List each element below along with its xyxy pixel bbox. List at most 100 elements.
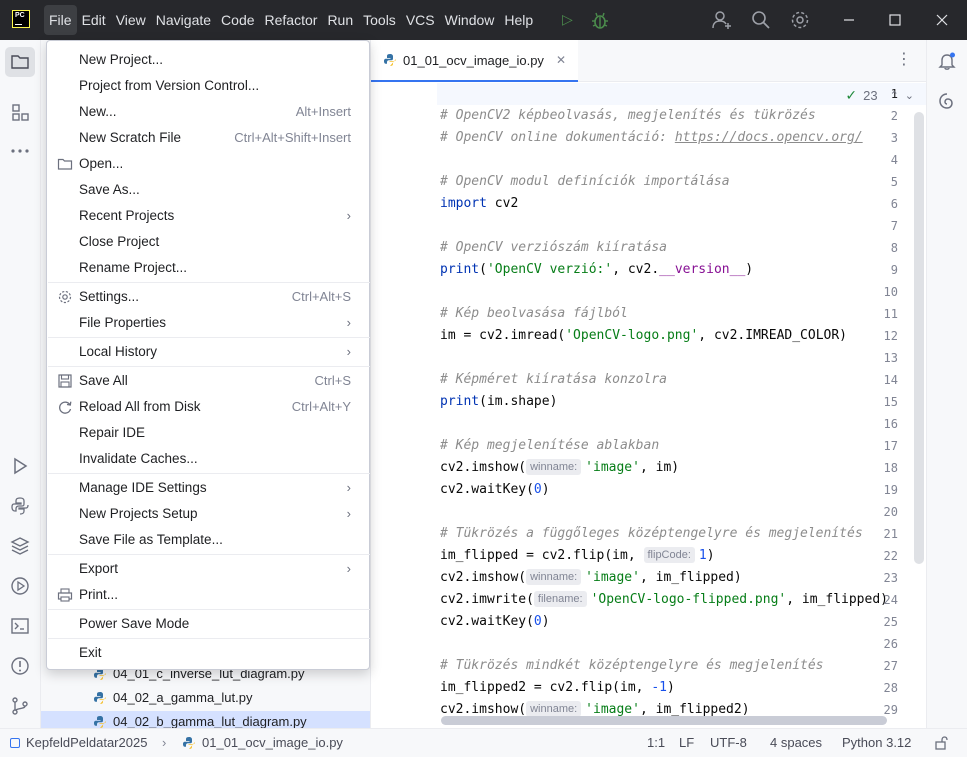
menu-item-label: Open... [79,156,124,171]
menu-vcs[interactable]: VCS [401,0,440,40]
vertical-scrollbar[interactable] [914,112,924,564]
menu-item-open[interactable]: Open... [51,151,365,177]
menu-help[interactable]: Help [499,0,538,40]
menu-item-file-properties[interactable]: File Properties › [51,310,365,336]
editor-tab-active[interactable]: 01_01_ocv_image_io.py ✕ [371,40,578,82]
menu-run[interactable]: Run [322,0,358,40]
more-tools-icon[interactable] [9,140,31,162]
menu-item-new-project[interactable]: New Project... [51,47,365,73]
module-icon [10,738,20,748]
menu-item-invalidate-caches[interactable]: Invalidate Caches... [51,446,365,472]
structure-icon[interactable] [9,101,31,123]
menu-separator [48,473,370,474]
menu-item-power-save-mode[interactable]: Power Save Mode [51,611,365,637]
notifications-bell-icon[interactable] [936,50,958,72]
menu-window[interactable]: Window [440,0,500,40]
menu-edit[interactable]: Edit [77,0,111,40]
string-token: 'image' [585,570,640,585]
python-interpreter[interactable]: Python 3.12 [842,729,911,757]
menu-file[interactable]: File [44,5,77,35]
menu-item-project-from-vcs[interactable]: Project from Version Control... [51,73,365,99]
submenu-arrow-icon: › [346,561,351,576]
run-tool-icon[interactable] [9,455,31,477]
ai-assistant-icon[interactable] [936,90,958,112]
terminal-icon[interactable] [9,615,31,637]
menu-item-manage-ide-settings[interactable]: Manage IDE Settings › [51,475,365,501]
menu-separator [48,337,370,338]
tree-item-file-selected[interactable]: 04_02_b_gamma_lut_diagram.py [41,711,370,728]
chevron-up-icon[interactable]: ⌃ [890,89,899,102]
menu-item-reload-all[interactable]: Reload All from Disk Ctrl+Alt+Y [51,394,365,420]
debug-bug-icon[interactable] [590,9,610,31]
indent-setting[interactable]: 4 spaces [770,729,822,757]
code-token: cv2.imshow( [440,460,527,475]
close-tab-icon[interactable]: ✕ [556,53,566,67]
menu-item-new-scratch-file[interactable]: New Scratch File Ctrl+Alt+Shift+Insert [51,125,365,151]
menu-item-local-history[interactable]: Local History › [51,339,365,365]
tab-options-icon[interactable]: ⋮ [896,52,912,68]
folder-icon[interactable] [9,51,31,73]
menu-tools[interactable]: Tools [358,0,401,40]
python-file-icon [94,716,106,728]
punct-token: ) [666,680,675,695]
code-editor[interactable]: 1 2 3 4 5 6 7 8 9 10 11 12 13 14 15 16 17 18 19 20 21 22 23 24 2… [371,82,926,728]
maximize-window-icon[interactable] [872,0,918,40]
menu-refactor[interactable]: Refactor [260,0,323,40]
menu-item-export[interactable]: Export › [51,556,365,582]
menu-navigate[interactable]: Navigate [151,0,216,40]
close-window-icon[interactable] [918,0,967,40]
minimize-window-icon[interactable] [826,0,872,40]
menu-item-settings[interactable]: Settings... Ctrl+Alt+S [51,284,365,310]
chevron-down-icon[interactable]: ⌄ [905,89,914,102]
code-line-25: cv2.waitKey(0) [440,611,550,633]
python-console-icon[interactable] [9,495,31,517]
menu-item-new[interactable]: New... Alt+Insert [51,99,365,125]
menu-item-new-projects-setup[interactable]: New Projects Setup › [51,501,365,527]
git-icon[interactable] [9,695,31,717]
menu-item-close-project[interactable]: Close Project [51,229,365,255]
folder-icon [57,158,73,170]
menu-item-print[interactable]: Print... [51,582,365,608]
code-token: , cv2.IMREAD_COLOR) [698,328,848,343]
horizontal-scrollbar[interactable] [441,716,887,725]
menu-code[interactable]: Code [216,0,259,40]
inspection-widget[interactable]: ✓ 23 ⌃ ⌄ [845,87,914,104]
code-line-6: import cv2 [440,193,518,215]
parameter-hint: filename: [533,591,587,607]
run-icon[interactable]: ▷ [562,11,573,28]
menu-view[interactable]: View [111,0,151,40]
menu-item-recent-projects[interactable]: Recent Projects › [51,203,365,229]
menu-item-save-all[interactable]: Save All Ctrl+S [51,368,365,394]
punct-token: ) [745,262,754,277]
file-encoding[interactable]: UTF-8 [710,729,747,757]
unlock-icon[interactable] [934,736,948,750]
menu-item-save-as[interactable]: Save As... [51,177,365,203]
line-ending[interactable]: LF [679,729,694,757]
menu-item-exit[interactable]: Exit [51,640,365,666]
keyword-token: import [440,196,487,211]
caret-position[interactable]: 1:1 [647,729,665,757]
services-icon[interactable] [9,575,31,597]
code-token: im_flipped = cv2.flip(im, [440,548,644,563]
menu-item-save-file-as-template[interactable]: Save File as Template... [51,527,365,553]
breadcrumb-file[interactable]: 01_01_ocv_image_io.py [182,729,343,757]
number-token: 0 [533,614,542,629]
python-packages-icon[interactable] [9,535,31,557]
code-token: , cv2. [612,262,660,277]
problems-icon[interactable] [9,655,31,677]
menu-item-label: New Scratch File [79,130,182,145]
settings-gear-icon[interactable] [789,9,811,31]
line-number: 25 [883,615,898,629]
string-token: 'OpenCV verzió:' [486,262,613,277]
tree-item-file[interactable]: 04_02_a_gamma_lut.py [93,687,253,709]
search-icon[interactable] [750,9,772,31]
breadcrumb-project[interactable]: KepfeldPeldatar2025 [10,729,147,757]
app-logo[interactable]: PC [12,10,30,28]
documentation-link[interactable]: https://docs.opencv.org/ [675,130,863,145]
menu-item-rename-project[interactable]: Rename Project... [51,255,365,281]
code-line-23: cv2.imshow(winname:'image', im_flipped) [440,567,742,589]
punct-token: ) [706,548,715,563]
code-line-24: cv2.imwrite(filename: 'OpenCV-logo-flippe… [440,589,888,611]
add-user-icon[interactable] [711,9,733,31]
menu-item-repair-ide[interactable]: Repair IDE [51,420,365,446]
